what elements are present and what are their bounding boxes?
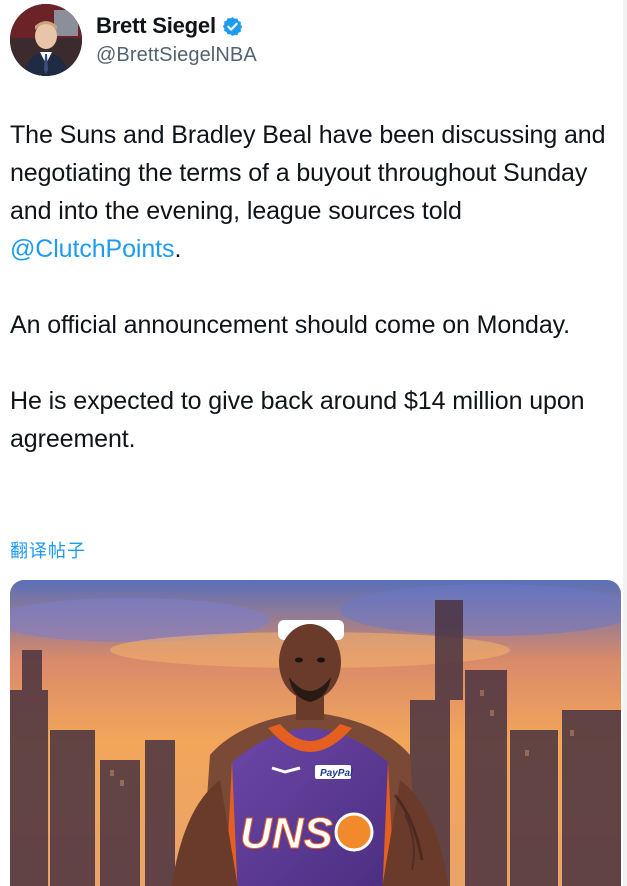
jersey-text: UNS [240, 809, 333, 858]
tweet-header: Brett Siegel @BrettSiegelNBA [10, 4, 610, 78]
tweet-paragraph-3: He is expected to give back around $14 m… [10, 387, 585, 453]
translate-post-link[interactable]: 翻译帖子 [10, 537, 86, 563]
player-photo-city-skyline-icon: PayPal UNS [10, 580, 621, 886]
tweet-paragraph-1: The Suns and Bradley Beal have been disc… [10, 116, 622, 268]
sponsor-logo: PayPal [320, 768, 353, 779]
tweet-text: The Suns and Bradley Beal have been disc… [10, 116, 622, 458]
tweet-paragraph-1-text: The Suns and Bradley Beal have been disc… [10, 121, 606, 225]
avatar-photo-icon [10, 4, 82, 76]
verified-badge-icon[interactable] [222, 16, 243, 37]
author-handle[interactable]: @BrettSiegelNBA [96, 44, 257, 67]
tweet-paragraph-1-end: . [174, 235, 182, 263]
author-display-name[interactable]: Brett Siegel [96, 13, 216, 39]
tweet-paragraph-2: An official announcement should come on … [10, 311, 571, 339]
author-avatar[interactable] [10, 4, 82, 76]
tweet-media-image[interactable]: PayPal UNS [10, 580, 621, 886]
author-name-row: Brett Siegel [96, 12, 243, 40]
page-edge-divider [623, 0, 627, 886]
mention-link[interactable]: @ClutchPoints [10, 235, 175, 263]
